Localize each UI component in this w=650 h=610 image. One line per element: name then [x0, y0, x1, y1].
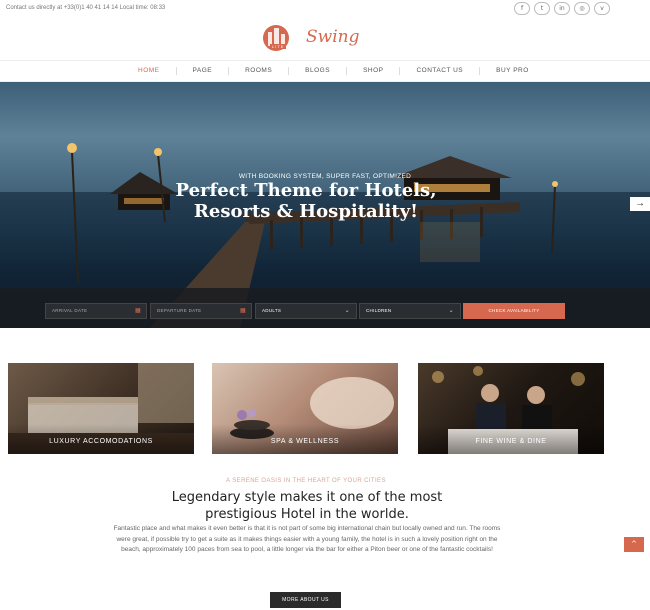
site-logo[interactable]: LITE Swing — [258, 24, 360, 54]
facebook-icon[interactable]: f — [514, 2, 530, 15]
feature-label: SPA & WELLNESS — [270, 438, 340, 445]
calendar-icon: ▦ — [240, 307, 246, 314]
children-label: CHILDREN — [366, 308, 392, 313]
feature-label: FINE WINE & DINE — [475, 438, 547, 445]
headline-line-1: Legendary style makes it one of the most — [171, 490, 443, 505]
adults-select[interactable]: ADULTS ⌄ — [255, 303, 357, 319]
nav-item-home[interactable]: HOME — [122, 67, 177, 75]
hero-title-line-2: Resorts & Hospitality! — [193, 201, 419, 222]
social-links: f t in ◎ v — [514, 2, 610, 15]
logo-badge: LITE — [270, 44, 287, 49]
chevron-down-icon: ⌄ — [448, 307, 454, 314]
twitter-icon[interactable]: t — [534, 2, 550, 15]
hero-kicker: WITH BOOKING SYSTEM, SUPER FAST, OPTIMIZ… — [238, 173, 412, 180]
feature-card-dining[interactable]: FINE WINE & DINE — [418, 363, 604, 454]
feature-card-accommodations[interactable]: LUXURY ACCOMODATIONS — [8, 363, 194, 454]
nav-item-buy-pro[interactable]: BUY PRO — [480, 67, 545, 75]
feature-label: LUXURY ACCOMODATIONS — [49, 438, 153, 445]
children-select[interactable]: CHILDREN ⌄ — [359, 303, 461, 319]
about-paragraph: Fantastic place and what makes it even b… — [113, 525, 501, 554]
nav-item-shop[interactable]: SHOP — [347, 67, 401, 75]
top-bar: Contact us directly at +33(0)1 40 41 14 … — [0, 0, 650, 20]
departure-date-field[interactable]: DEPARTURE DATE ▦ — [150, 303, 252, 319]
headline-line-2: prestigious Hotel in the worlde. — [205, 506, 409, 522]
check-availability-button[interactable]: CHECK AVAILABILITY — [463, 303, 565, 319]
hero-title-line-1: Perfect Theme for Hotels, — [175, 180, 437, 201]
main-nav: HOME PAGE ROOMS BLOGS SHOP CONTACT US BU… — [0, 60, 650, 82]
arrival-date-placeholder: ARRIVAL DATE — [52, 308, 88, 313]
feature-card-spa[interactable]: SPA & WELLNESS — [212, 363, 398, 454]
vimeo-icon[interactable]: v — [594, 2, 610, 15]
instagram-icon[interactable]: ◎ — [574, 2, 590, 15]
nav-item-blogs[interactable]: BLOGS — [289, 67, 348, 75]
scroll-to-top-icon[interactable]: ^ — [624, 537, 644, 552]
chevron-down-icon: ⌄ — [344, 307, 350, 314]
hero-title: Perfect Theme for Hotels, Resorts & Hosp… — [0, 180, 612, 222]
section-headline: Legendary style makes it one of the most… — [110, 490, 504, 523]
contact-info: Contact us directly at +33(0)1 40 41 14 … — [6, 5, 166, 11]
linkedin-icon[interactable]: in — [554, 2, 570, 15]
nav-item-contact[interactable]: CONTACT US — [400, 67, 481, 75]
nav-item-page[interactable]: PAGE — [177, 67, 230, 75]
more-about-us-button[interactable]: MORE ABOUT US — [270, 592, 341, 608]
section-kicker: A SERENE OASIS IN THE HEART OF YOUR CITI… — [226, 478, 386, 484]
adults-label: ADULTS — [262, 308, 282, 313]
arrival-date-field[interactable]: ARRIVAL DATE ▦ — [45, 303, 147, 319]
nav-item-rooms[interactable]: ROOMS — [229, 67, 290, 75]
calendar-icon: ▦ — [135, 307, 141, 314]
slider-next-icon[interactable]: → — [630, 197, 650, 211]
departure-date-placeholder: DEPARTURE DATE — [157, 308, 202, 313]
logo-text: Swing — [306, 27, 360, 47]
